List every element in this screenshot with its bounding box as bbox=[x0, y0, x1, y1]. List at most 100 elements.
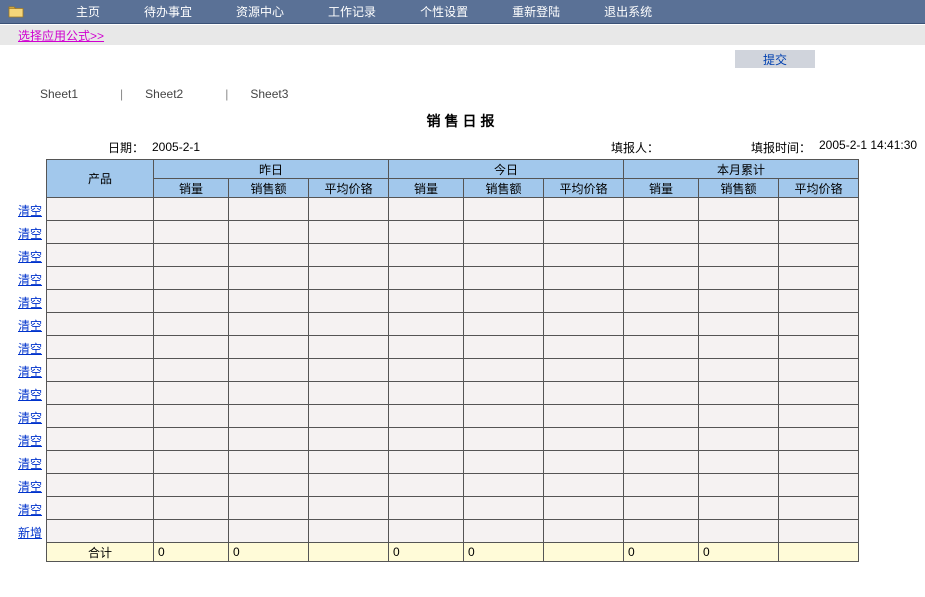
table-cell[interactable] bbox=[154, 313, 229, 336]
table-cell[interactable] bbox=[309, 267, 389, 290]
table-cell[interactable] bbox=[389, 520, 464, 543]
table-cell[interactable] bbox=[47, 451, 154, 474]
table-cell[interactable] bbox=[229, 244, 309, 267]
table-cell[interactable] bbox=[624, 221, 699, 244]
table-cell[interactable] bbox=[389, 428, 464, 451]
table-cell[interactable] bbox=[389, 221, 464, 244]
table-cell[interactable] bbox=[47, 336, 154, 359]
table-cell[interactable] bbox=[47, 313, 154, 336]
table-cell[interactable] bbox=[699, 221, 779, 244]
table-cell[interactable] bbox=[544, 244, 624, 267]
menu-worklog[interactable]: 工作记录 bbox=[306, 3, 398, 20]
table-cell[interactable] bbox=[309, 451, 389, 474]
clear-row-button[interactable]: 清空 bbox=[18, 202, 46, 219]
table-cell[interactable] bbox=[624, 313, 699, 336]
sheet-tab-3[interactable]: Sheet3 bbox=[230, 87, 328, 101]
table-cell[interactable] bbox=[779, 405, 859, 428]
table-cell[interactable] bbox=[624, 290, 699, 313]
table-cell[interactable] bbox=[229, 428, 309, 451]
table-cell[interactable] bbox=[624, 382, 699, 405]
table-cell[interactable] bbox=[229, 405, 309, 428]
table-cell[interactable] bbox=[779, 221, 859, 244]
clear-row-button[interactable]: 清空 bbox=[18, 340, 46, 357]
table-cell[interactable] bbox=[464, 267, 544, 290]
table-cell[interactable] bbox=[544, 474, 624, 497]
table-cell[interactable] bbox=[309, 382, 389, 405]
table-cell[interactable] bbox=[779, 336, 859, 359]
menu-home[interactable]: 主页 bbox=[54, 3, 122, 20]
table-cell[interactable] bbox=[309, 520, 389, 543]
table-cell[interactable] bbox=[47, 267, 154, 290]
table-cell[interactable] bbox=[699, 336, 779, 359]
table-cell[interactable] bbox=[229, 451, 309, 474]
table-cell[interactable] bbox=[699, 313, 779, 336]
table-cell[interactable] bbox=[464, 405, 544, 428]
table-cell[interactable] bbox=[464, 198, 544, 221]
table-cell[interactable] bbox=[154, 428, 229, 451]
table-cell[interactable] bbox=[309, 221, 389, 244]
table-cell[interactable] bbox=[47, 221, 154, 244]
table-cell[interactable] bbox=[779, 290, 859, 313]
table-cell[interactable] bbox=[309, 198, 389, 221]
table-cell[interactable] bbox=[389, 313, 464, 336]
clear-row-button[interactable]: 清空 bbox=[18, 294, 46, 311]
table-cell[interactable] bbox=[779, 451, 859, 474]
table-cell[interactable] bbox=[699, 359, 779, 382]
clear-row-button[interactable]: 清空 bbox=[18, 225, 46, 242]
clear-row-button[interactable]: 清空 bbox=[18, 248, 46, 265]
table-cell[interactable] bbox=[229, 474, 309, 497]
table-cell[interactable] bbox=[47, 497, 154, 520]
table-cell[interactable] bbox=[699, 428, 779, 451]
table-cell[interactable] bbox=[154, 336, 229, 359]
table-cell[interactable] bbox=[464, 428, 544, 451]
table-cell[interactable] bbox=[229, 290, 309, 313]
table-cell[interactable] bbox=[699, 405, 779, 428]
table-cell[interactable] bbox=[309, 290, 389, 313]
table-cell[interactable] bbox=[154, 451, 229, 474]
table-cell[interactable] bbox=[154, 359, 229, 382]
table-cell[interactable] bbox=[699, 267, 779, 290]
table-cell[interactable] bbox=[229, 359, 309, 382]
table-cell[interactable] bbox=[464, 520, 544, 543]
table-cell[interactable] bbox=[47, 290, 154, 313]
table-cell[interactable] bbox=[464, 336, 544, 359]
table-cell[interactable] bbox=[154, 474, 229, 497]
table-cell[interactable] bbox=[47, 244, 154, 267]
clear-row-button[interactable]: 清空 bbox=[18, 501, 46, 518]
table-cell[interactable] bbox=[464, 382, 544, 405]
table-cell[interactable] bbox=[309, 497, 389, 520]
table-cell[interactable] bbox=[154, 520, 229, 543]
table-cell[interactable] bbox=[154, 382, 229, 405]
table-cell[interactable] bbox=[699, 198, 779, 221]
table-cell[interactable] bbox=[229, 382, 309, 405]
table-cell[interactable] bbox=[624, 267, 699, 290]
clear-row-button[interactable]: 清空 bbox=[18, 432, 46, 449]
table-cell[interactable] bbox=[544, 497, 624, 520]
table-cell[interactable] bbox=[779, 313, 859, 336]
table-cell[interactable] bbox=[229, 336, 309, 359]
table-cell[interactable] bbox=[309, 474, 389, 497]
table-cell[interactable] bbox=[154, 198, 229, 221]
table-cell[interactable] bbox=[544, 382, 624, 405]
menu-relogin[interactable]: 重新登陆 bbox=[490, 3, 582, 20]
table-cell[interactable] bbox=[389, 382, 464, 405]
table-cell[interactable] bbox=[699, 382, 779, 405]
table-cell[interactable] bbox=[229, 313, 309, 336]
table-cell[interactable] bbox=[154, 221, 229, 244]
table-cell[interactable] bbox=[464, 359, 544, 382]
table-cell[interactable] bbox=[229, 520, 309, 543]
table-cell[interactable] bbox=[389, 336, 464, 359]
menu-todo[interactable]: 待办事宜 bbox=[122, 3, 214, 20]
table-cell[interactable] bbox=[464, 451, 544, 474]
table-cell[interactable] bbox=[154, 497, 229, 520]
table-cell[interactable] bbox=[309, 359, 389, 382]
sheet-tab-1[interactable]: Sheet1 bbox=[20, 87, 118, 101]
table-cell[interactable] bbox=[389, 290, 464, 313]
table-cell[interactable] bbox=[47, 520, 154, 543]
table-cell[interactable] bbox=[154, 405, 229, 428]
table-cell[interactable] bbox=[47, 382, 154, 405]
table-cell[interactable] bbox=[309, 313, 389, 336]
table-cell[interactable] bbox=[229, 221, 309, 244]
table-cell[interactable] bbox=[309, 405, 389, 428]
table-cell[interactable] bbox=[624, 244, 699, 267]
